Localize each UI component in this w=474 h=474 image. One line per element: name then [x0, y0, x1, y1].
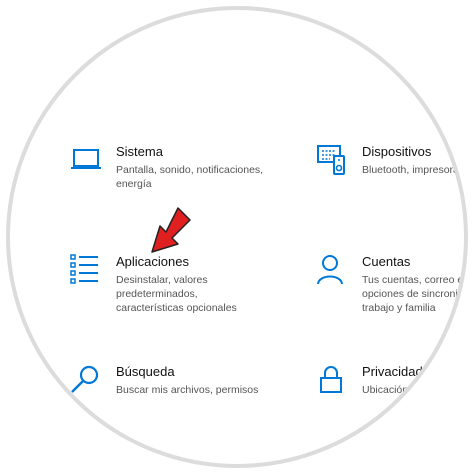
tile-title: Dispositivos [362, 144, 432, 159]
tile-description: Pantalla, sonido, notificaciones, energí… [116, 164, 264, 190]
search-icon [71, 365, 99, 393]
lock-icon [320, 366, 342, 393]
tile-description: Buscar mis archivos, permisos [116, 384, 259, 396]
laptop-icon [71, 149, 101, 169]
tile-title: Sistema [116, 144, 163, 159]
tile-title: Privacidad [362, 364, 423, 379]
tile-title: Cuentas [362, 254, 411, 269]
tile-description: Desinstalar, valores predeterminados, ca… [116, 274, 237, 314]
annotation-arrow [151, 207, 191, 253]
circular-crop-frame: Sistema Pantalla, sonido, notificaciones… [6, 6, 468, 468]
tile-description: Tus cuentas, correo ele opciones de sinc… [362, 274, 468, 314]
devices-icon [317, 145, 345, 175]
tile-title: Búsqueda [116, 364, 175, 379]
tile-description: Bluetooth, impresoras, m [362, 164, 468, 176]
apps-list-icon [70, 254, 98, 284]
tile-description: Ubicación, cámara, micr [362, 384, 468, 396]
person-icon [317, 255, 343, 285]
